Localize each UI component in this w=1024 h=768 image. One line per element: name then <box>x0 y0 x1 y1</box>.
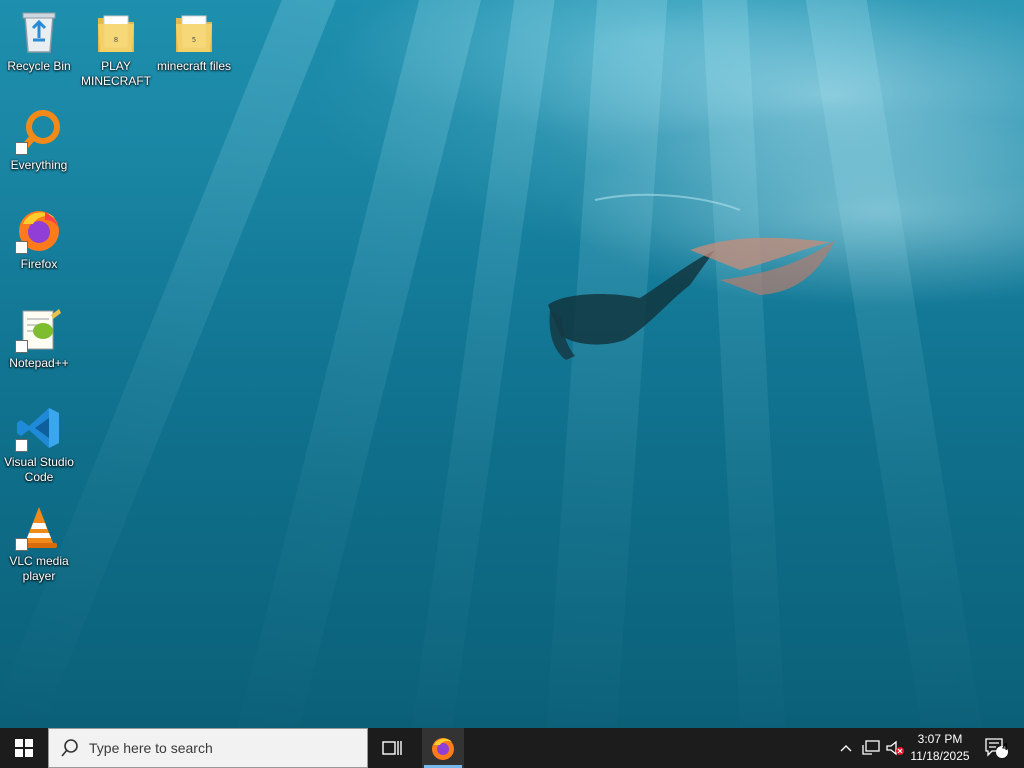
shortcut-arrow-icon <box>15 241 28 254</box>
vscode-shortcut[interactable]: Visual Studio Code <box>1 398 77 485</box>
network-button[interactable] <box>860 728 882 768</box>
search-icon <box>61 739 78 757</box>
folder-icon: 5 <box>170 8 218 56</box>
task-view-icon <box>382 741 402 755</box>
shortcut-arrow-icon <box>15 538 28 551</box>
taskbar: Type here to search 3:07 PM 11/18/2025 4 <box>0 728 1024 768</box>
play-minecraft-folder-item[interactable]: 8 PLAY MINECRAFT <box>78 2 154 89</box>
desktop-icon-label: minecraft files <box>156 59 232 73</box>
vscode-icon <box>15 404 63 452</box>
task-view-button[interactable] <box>370 728 414 768</box>
desktop-icon-label: Recycle Bin <box>7 59 71 73</box>
vlc-icon <box>15 503 63 551</box>
folder-icon: 8 <box>92 8 140 56</box>
wallpaper-diver <box>548 193 835 360</box>
network-icon <box>862 740 880 755</box>
notification-count-badge: 4 <box>1002 742 1008 753</box>
shortcut-arrow-icon <box>15 340 28 353</box>
chevron-up-icon <box>840 745 852 752</box>
everything-shortcut[interactable]: Everything <box>1 101 77 173</box>
recycle-bin-icon <box>15 8 63 56</box>
search-placeholder: Type here to search <box>89 740 213 756</box>
folder-badge: 5 <box>192 36 196 44</box>
clock-time: 3:07 PM <box>917 732 963 746</box>
clock-date: 11/18/2025 <box>910 749 970 763</box>
minecraft-files-folder-item[interactable]: 5 minecraft files <box>156 2 232 74</box>
recycle-bin-icon-item[interactable]: Recycle Bin <box>1 2 77 74</box>
folder-badge: 8 <box>114 36 118 44</box>
search-box[interactable]: Type here to search <box>48 728 368 768</box>
firefox-shortcut[interactable]: Firefox <box>1 200 77 272</box>
show-hidden-icons-button[interactable] <box>836 728 856 768</box>
vlc-shortcut[interactable]: VLC media player <box>1 497 77 584</box>
desktop-icon-label: PLAY MINECRAFT <box>81 59 151 88</box>
firefox-icon <box>432 738 454 760</box>
firefox-icon <box>15 206 63 254</box>
action-center-button[interactable]: 4 <box>978 728 1014 768</box>
desktop-icon-label: Everything <box>10 158 68 172</box>
shortcut-arrow-icon <box>15 439 28 452</box>
notepad-plus-plus-icon <box>15 305 63 353</box>
notepadpp-shortcut[interactable]: Notepad++ <box>1 299 77 371</box>
desktop-icon-label: VLC media player <box>9 554 69 583</box>
taskbar-clock[interactable]: 3:07 PM 11/18/2025 <box>902 731 978 765</box>
windows-logo-icon <box>15 739 33 757</box>
desktop-icon-label: Visual Studio Code <box>4 455 74 484</box>
taskbar-firefox-button[interactable] <box>422 728 464 768</box>
desktop[interactable]: Recycle Bin 8 PLAY MINECRAFT 5 minecraft… <box>0 0 1024 728</box>
desktop-icon-label: Notepad++ <box>9 356 69 370</box>
everything-icon <box>15 107 63 155</box>
start-button[interactable] <box>0 728 48 768</box>
desktop-icon-label: Firefox <box>20 257 58 271</box>
shortcut-arrow-icon <box>15 142 28 155</box>
